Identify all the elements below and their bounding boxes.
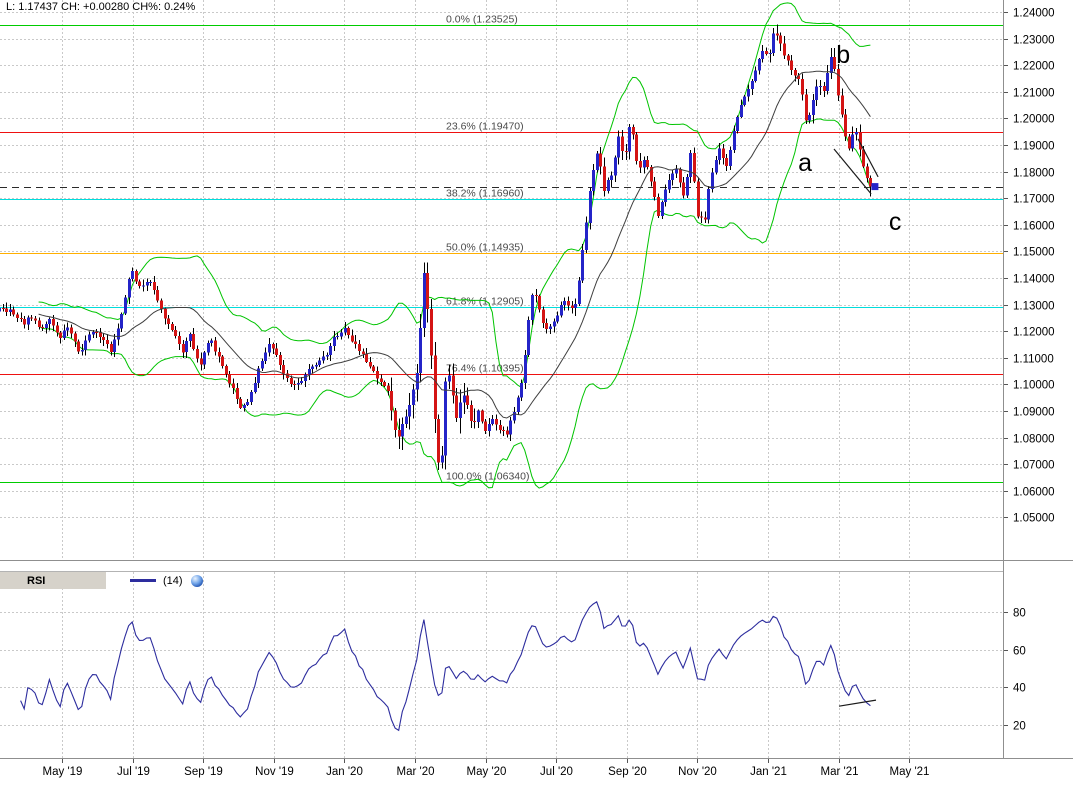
gridlines [0,0,1003,758]
price-axis-tick: 1.22000 [1013,61,1055,73]
fib-level-label: 50.0% (1.14935) [446,242,524,254]
price-axis-tick: 1.13000 [1013,301,1055,313]
wave-label[interactable]: c [889,208,902,236]
fib-level-label: 61.8% (1.12905) [446,296,524,308]
price-axis-tick: 1.09000 [1013,407,1055,419]
wave-label[interactable]: a [798,149,812,177]
rsi-indicator-chip: RSI [0,572,106,589]
time-axis-tick: Jan '21 [750,766,787,778]
rsi-axis-tick: 40 [1013,683,1026,695]
price-chart-canvas[interactable]: 0.0% (1.23525) 23.6% (1.19470) 38.2% (1.16… [0,0,1073,788]
candles-down [2,33,872,463]
rsi-header-row: RSI (14) [0,571,1003,589]
time-axis-tick: May '19 [43,766,83,778]
rsi-axis-tick: 20 [1013,721,1026,733]
time-axis-tick: Jan '20 [326,766,363,778]
price-axis-tick: 1.19000 [1013,141,1055,153]
quote-info: L: 1.17437 CH: +0.00280 CH%: 0.24% [6,1,196,13]
price-axis-tick: 1.23000 [1013,35,1055,47]
time-axis-tick: Mar '21 [821,766,859,778]
price-axis-tick: 1.08000 [1013,434,1055,446]
time-axis-tick: Jul '20 [540,766,573,778]
price-axis-tick: 1.17000 [1013,194,1055,206]
indicator-settings-icon[interactable] [190,574,203,587]
rsi-line [20,600,871,732]
fib-level-label: 23.6% (1.19470) [446,121,524,133]
last-price-marker [871,183,879,191]
time-axis-tick: Jul '19 [117,766,150,778]
rsi-axis-tick: 60 [1013,646,1026,658]
time-axis-tick: May '21 [890,766,930,778]
time-axis-tick: May '20 [467,766,507,778]
rsi-line-sample-icon [130,579,156,582]
price-axis-tick: 1.05000 [1013,513,1055,525]
time-axis-tick: Sep '20 [608,766,647,778]
time-axis-tick: Sep '19 [184,766,223,778]
rsi-period-label: (14) [163,574,183,587]
price-axis-tick: 1.20000 [1013,114,1055,126]
price-axis-tick: 1.14000 [1013,274,1055,286]
price-axis-tick: 1.24000 [1013,8,1055,20]
fib-level-label: 0.0% (1.23525) [446,14,518,26]
time-axis-tick: Mar '20 [397,766,435,778]
price-axis-tick: 1.18000 [1013,168,1055,180]
price-axis-tick: 1.16000 [1013,221,1055,233]
rsi-indicator-title: RSI [27,574,46,587]
chart-window: 0.0% (1.23525) 23.6% (1.19470) 38.2% (1.16… [0,0,1073,788]
time-axis-tick: Nov '19 [255,766,294,778]
candles-up [0,33,858,463]
panel-borders [0,0,1073,759]
price-axis-tick: 1.07000 [1013,460,1055,472]
fib-level-label: 38.2% (1.16960) [446,188,524,200]
fib-level-label: 76.4% (1.10395) [446,363,524,375]
price-axis-tick: 1.21000 [1013,88,1055,100]
price-axis-tick: 1.11000 [1013,354,1054,366]
price-axis-tick: 1.10000 [1013,380,1055,392]
wave-label[interactable]: b [836,41,850,69]
price-axis-tick: 1.12000 [1013,327,1055,339]
rsi-axis-tick: 80 [1013,608,1026,620]
fib-level-label: 100.0% (1.06340) [446,471,529,483]
price-axis-tick: 1.06000 [1013,487,1055,499]
time-axis-tick: Nov '20 [678,766,717,778]
price-axis-tick: 1.15000 [1013,247,1055,259]
